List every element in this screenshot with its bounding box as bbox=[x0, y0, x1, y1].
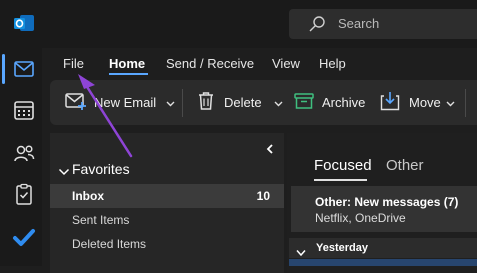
new-email-icon bbox=[65, 91, 87, 114]
move-button[interactable]: Move bbox=[380, 80, 455, 125]
todo-icon[interactable] bbox=[12, 225, 38, 251]
ribbon-separator bbox=[182, 89, 183, 117]
chevron-down-icon[interactable] bbox=[446, 95, 455, 110]
folder-item-deleted[interactable]: Deleted Items bbox=[50, 232, 284, 256]
ribbon-separator bbox=[465, 89, 466, 117]
folder-item-inbox[interactable]: Inbox 10 bbox=[50, 184, 284, 208]
delete-label: Delete bbox=[224, 95, 262, 110]
favorites-header[interactable]: Favorites bbox=[72, 161, 130, 177]
chevron-down-icon[interactable] bbox=[166, 95, 175, 110]
search-box[interactable]: Search bbox=[289, 9, 477, 39]
active-tab-underline bbox=[109, 73, 148, 75]
folder-label: Inbox bbox=[72, 189, 104, 203]
people-icon[interactable] bbox=[12, 141, 38, 167]
chevron-down-icon[interactable] bbox=[274, 95, 283, 110]
new-email-label: New Email bbox=[94, 95, 157, 110]
new-email-button[interactable]: New Email bbox=[65, 80, 175, 125]
date-group-label: Yesterday bbox=[316, 242, 368, 254]
calendar-icon[interactable] bbox=[12, 98, 38, 124]
trash-icon bbox=[197, 91, 215, 114]
tab-focused[interactable]: Focused bbox=[314, 157, 372, 174]
menu-file[interactable]: File bbox=[63, 56, 84, 71]
notice-senders: Netflix, OneDrive bbox=[315, 211, 406, 225]
collapse-pane-icon[interactable] bbox=[265, 142, 275, 154]
menu-help[interactable]: Help bbox=[319, 56, 346, 71]
selected-message-strip[interactable] bbox=[289, 259, 477, 266]
search-placeholder: Search bbox=[338, 16, 380, 31]
archive-button[interactable]: Archive bbox=[294, 80, 365, 125]
move-icon bbox=[380, 91, 400, 114]
unread-count: 10 bbox=[256, 189, 270, 203]
notice-title: Other: New messages (7) bbox=[315, 195, 459, 209]
folder-label: Deleted Items bbox=[72, 237, 147, 251]
move-label: Move bbox=[409, 95, 441, 110]
other-messages-notice[interactable] bbox=[291, 186, 477, 232]
folder-item-sent[interactable]: Sent Items bbox=[50, 208, 284, 232]
ribbon-toolbar: New Email Delete Archive Move bbox=[50, 80, 477, 125]
focused-tab-underline bbox=[314, 179, 367, 181]
menu-view[interactable]: View bbox=[272, 56, 300, 71]
archive-label: Archive bbox=[322, 95, 366, 110]
menu-home[interactable]: Home bbox=[109, 56, 145, 71]
tab-other[interactable]: Other bbox=[386, 157, 424, 174]
search-icon bbox=[307, 14, 327, 34]
folder-label: Sent Items bbox=[72, 213, 130, 227]
chevron-down-icon[interactable] bbox=[296, 244, 306, 257]
rail-active-indicator bbox=[2, 54, 5, 84]
archive-icon bbox=[294, 92, 314, 113]
chevron-down-icon[interactable] bbox=[58, 164, 70, 176]
outlook-logo-icon bbox=[13, 12, 35, 34]
delete-button[interactable]: Delete bbox=[197, 80, 283, 125]
menu-send-receive[interactable]: Send / Receive bbox=[166, 56, 254, 71]
tasks-icon[interactable] bbox=[12, 182, 38, 208]
mail-icon[interactable] bbox=[12, 57, 38, 83]
